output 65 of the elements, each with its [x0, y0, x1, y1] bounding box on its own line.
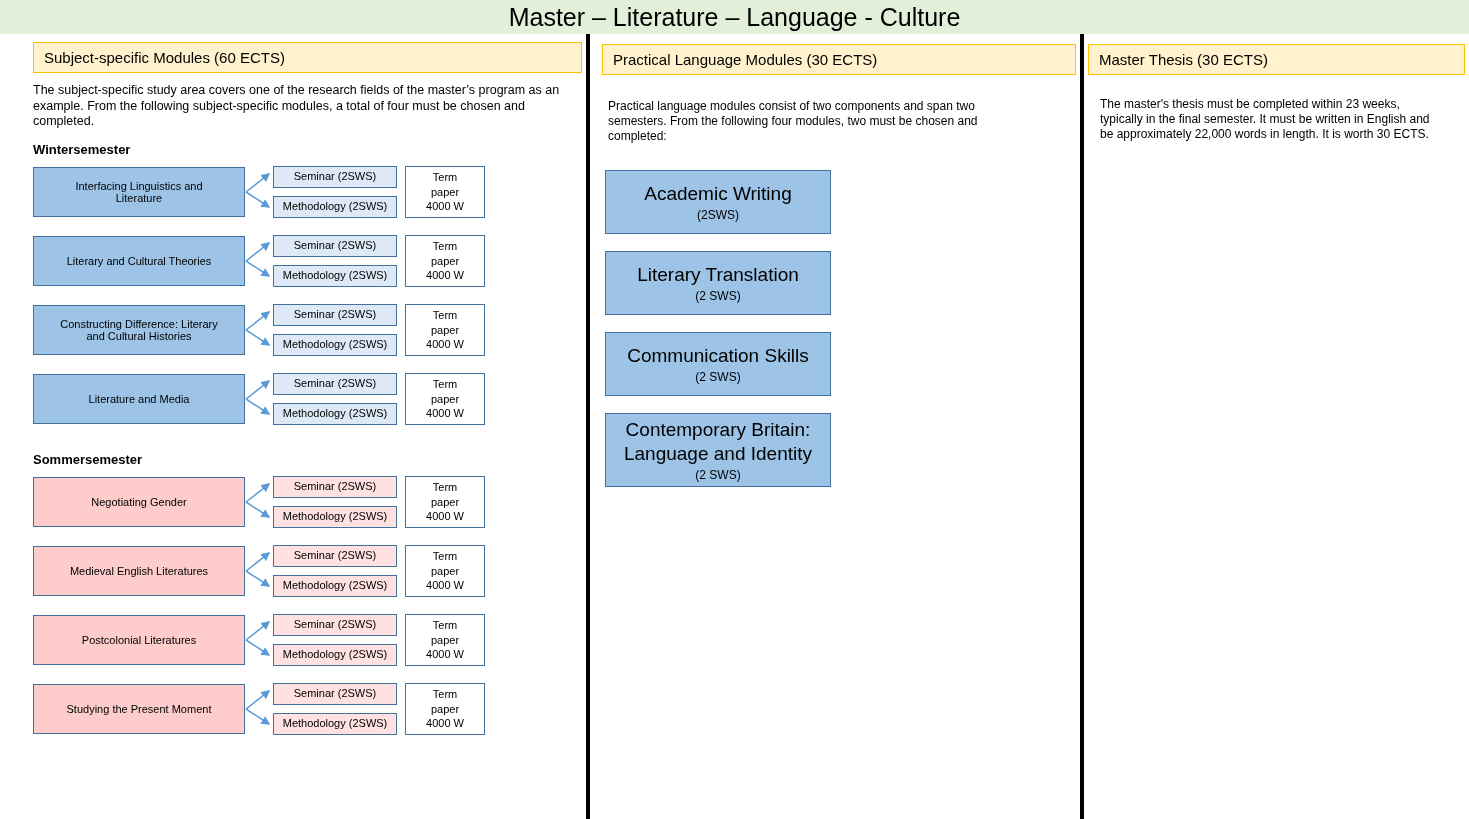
- module-hours: (2 SWS): [695, 467, 741, 482]
- semester-label: Wintersemester: [33, 141, 132, 157]
- assessment-box: Term paper 4000 W: [405, 234, 485, 287]
- module-box: Literary and Cultural Theories: [33, 235, 245, 286]
- section-heading: Practical Language Modules (30 ECTS): [602, 44, 1076, 75]
- component-box: Seminar (2SWS): [273, 303, 397, 326]
- arrow: [245, 501, 271, 518]
- component-box: Methodology (2SWS): [273, 574, 397, 597]
- arrow: [245, 689, 271, 710]
- component-box: Methodology (2SWS): [273, 712, 397, 735]
- module-hours: (2 SWS): [695, 288, 741, 303]
- section-description: The subject-specific study area covers one of the research fields of the master’s program as an example. From the following subject-specific modules, a total of four must be chosen and completed.: [33, 83, 561, 130]
- component-box: Seminar (2SWS): [273, 613, 397, 636]
- module-name: Literary Translation: [637, 263, 799, 287]
- arrow: [245, 620, 271, 641]
- arrow: [245, 329, 271, 346]
- module-hours: (2SWS): [697, 207, 739, 222]
- arrow: [245, 172, 271, 193]
- component-box: Methodology (2SWS): [273, 505, 397, 528]
- component-box: Methodology (2SWS): [273, 643, 397, 666]
- module-name: Communication Skills: [627, 344, 809, 368]
- assessment-box: Term paper 4000 W: [405, 682, 485, 735]
- module-box: Constructing Difference: Literary and Cultural Histories: [33, 304, 245, 355]
- component-box: Seminar (2SWS): [273, 165, 397, 188]
- arrow: [245, 260, 271, 277]
- module-box: Negotiating Gender: [33, 476, 245, 527]
- module-box: Medieval English Literatures: [33, 545, 245, 596]
- component-box: Methodology (2SWS): [273, 333, 397, 356]
- component-box: Seminar (2SWS): [273, 234, 397, 257]
- component-box: Methodology (2SWS): [273, 264, 397, 287]
- arrow: [245, 310, 271, 331]
- component-box: Seminar (2SWS): [273, 372, 397, 395]
- component-box: Seminar (2SWS): [273, 682, 397, 705]
- component-box: Methodology (2SWS): [273, 402, 397, 425]
- assessment-box: Term paper 4000 W: [405, 475, 485, 528]
- component-box: Seminar (2SWS): [273, 475, 397, 498]
- arrow: [245, 639, 271, 656]
- module-box: Studying the Present Moment: [33, 683, 245, 734]
- section-heading: Master Thesis (30 ECTS): [1088, 44, 1465, 75]
- section-description: The master's thesis must be completed within 23 weeks, typically in the final semester. It must be written in English and be approximately 22,000 words in length. It is worth 30 ECTS.: [1100, 97, 1431, 142]
- component-box: Seminar (2SWS): [273, 544, 397, 567]
- arrow: [245, 398, 271, 415]
- assessment-box: Term paper 4000 W: [405, 372, 485, 425]
- section-heading: Subject-specific Modules (60 ECTS): [33, 42, 582, 73]
- assessment-box: Term paper 4000 W: [405, 165, 485, 218]
- arrow: [245, 482, 271, 503]
- arrow: [245, 551, 271, 572]
- arrow: [245, 570, 271, 587]
- module-box: Interfacing Linguistics and Literature: [33, 166, 245, 217]
- assessment-box: Term paper 4000 W: [405, 613, 485, 666]
- module-hours: (2 SWS): [695, 369, 741, 384]
- module-name: Academic Writing: [644, 182, 792, 206]
- semester-label: Sommersemester: [33, 451, 144, 467]
- arrow: [245, 379, 271, 400]
- component-box: Methodology (2SWS): [273, 195, 397, 218]
- module-name: Contemporary Britain: Language and Identity: [622, 418, 814, 466]
- arrow: [245, 191, 271, 208]
- arrow: [245, 708, 271, 725]
- page-title: Master – Literature – Language - Culture: [0, 0, 1469, 34]
- assessment-box: Term paper 4000 W: [405, 303, 485, 356]
- module-box: Postcolonial Literatures: [33, 614, 245, 665]
- assessment-box: Term paper 4000 W: [405, 544, 485, 597]
- section-description: Practical language modules consist of two components and span two semesters. From the following four modules, two must be chosen and completed:: [608, 99, 979, 144]
- module-box: Literature and Media: [33, 373, 245, 424]
- arrow: [245, 241, 271, 262]
